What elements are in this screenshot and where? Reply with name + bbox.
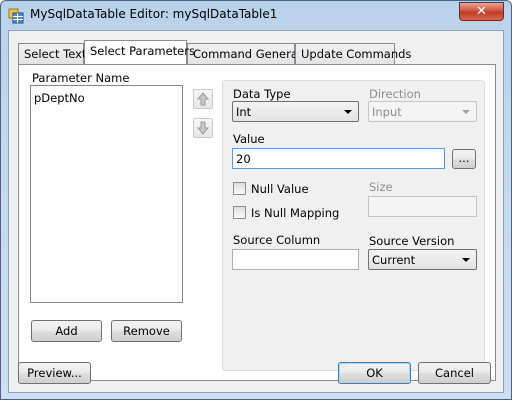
parameter-details-group: Data Type Int Direction Input Value 20 .… — [222, 80, 485, 371]
dialog-client-area: Select Text Select Parameters Command Ge… — [8, 30, 504, 393]
chevron-down-icon — [344, 110, 352, 114]
editor-window: MySqlDataTable Editor: mySqlDataTable1 ✕… — [0, 0, 512, 400]
add-button-label: Add — [55, 324, 78, 338]
remove-button[interactable]: Remove — [111, 320, 182, 342]
browse-button-label: ... — [458, 151, 470, 165]
tab-select-text[interactable]: Select Text — [18, 43, 87, 64]
source-column-input[interactable] — [232, 249, 359, 270]
value-input[interactable]: 20 — [232, 148, 445, 169]
data-type-label: Data Type — [233, 87, 291, 101]
ok-button-label: OK — [366, 366, 383, 380]
move-up-button[interactable] — [193, 89, 213, 109]
arrow-up-icon — [196, 92, 210, 106]
table-editor-icon — [8, 8, 24, 24]
data-type-value: Int — [236, 105, 252, 119]
select-parameters-panel: Parameter Name pDeptNo Add Remove Data T… — [18, 64, 496, 381]
direction-value: Input — [372, 105, 402, 119]
source-column-label: Source Column — [233, 233, 321, 247]
null-value-checkbox[interactable] — [233, 182, 246, 195]
size-input[interactable] — [368, 196, 477, 217]
source-version-select[interactable]: Current — [368, 249, 477, 270]
close-button[interactable]: ✕ — [459, 2, 504, 21]
tab-label: Select Parameters — [90, 44, 195, 58]
direction-select[interactable]: Input — [368, 101, 477, 122]
close-icon: ✕ — [476, 4, 487, 19]
is-null-mapping-checkbox[interactable] — [233, 206, 246, 219]
tab-select-parameters[interactable]: Select Parameters — [84, 40, 195, 64]
browse-button[interactable]: ... — [452, 149, 476, 169]
null-value-label: Null Value — [251, 182, 309, 196]
value-input-text: 20 — [236, 152, 251, 166]
preview-button[interactable]: Preview... — [18, 362, 91, 384]
chevron-down-icon — [462, 110, 470, 114]
preview-button-label: Preview... — [27, 366, 82, 380]
ok-button[interactable]: OK — [338, 362, 411, 384]
tab-command-generator[interactable]: Command Generator — [187, 43, 314, 64]
is-null-mapping-label: Is Null Mapping — [251, 206, 340, 220]
add-button[interactable]: Add — [31, 320, 102, 342]
size-label: Size — [369, 180, 393, 194]
title-bar[interactable]: MySqlDataTable Editor: mySqlDataTable1 ✕ — [1, 1, 511, 29]
cancel-button[interactable]: Cancel — [418, 362, 491, 384]
chevron-down-icon — [462, 258, 470, 262]
value-label: Value — [233, 132, 265, 146]
move-down-button[interactable] — [193, 118, 213, 138]
source-version-value: Current — [372, 253, 416, 267]
tab-label: Update Commands — [301, 47, 412, 61]
tab-label: Select Text — [24, 47, 87, 61]
parameter-list[interactable]: pDeptNo — [30, 85, 183, 303]
cancel-button-label: Cancel — [435, 366, 474, 380]
list-item[interactable]: pDeptNo — [34, 91, 85, 105]
arrow-down-icon — [196, 121, 210, 135]
tab-update-commands[interactable]: Update Commands — [295, 43, 411, 64]
data-type-select[interactable]: Int — [232, 101, 359, 122]
remove-button-label: Remove — [123, 324, 170, 338]
source-version-label: Source Version — [369, 234, 455, 248]
parameter-name-header: Parameter Name — [32, 71, 130, 85]
window-title: MySqlDataTable Editor: mySqlDataTable1 — [30, 7, 278, 21]
direction-label: Direction — [369, 87, 421, 101]
